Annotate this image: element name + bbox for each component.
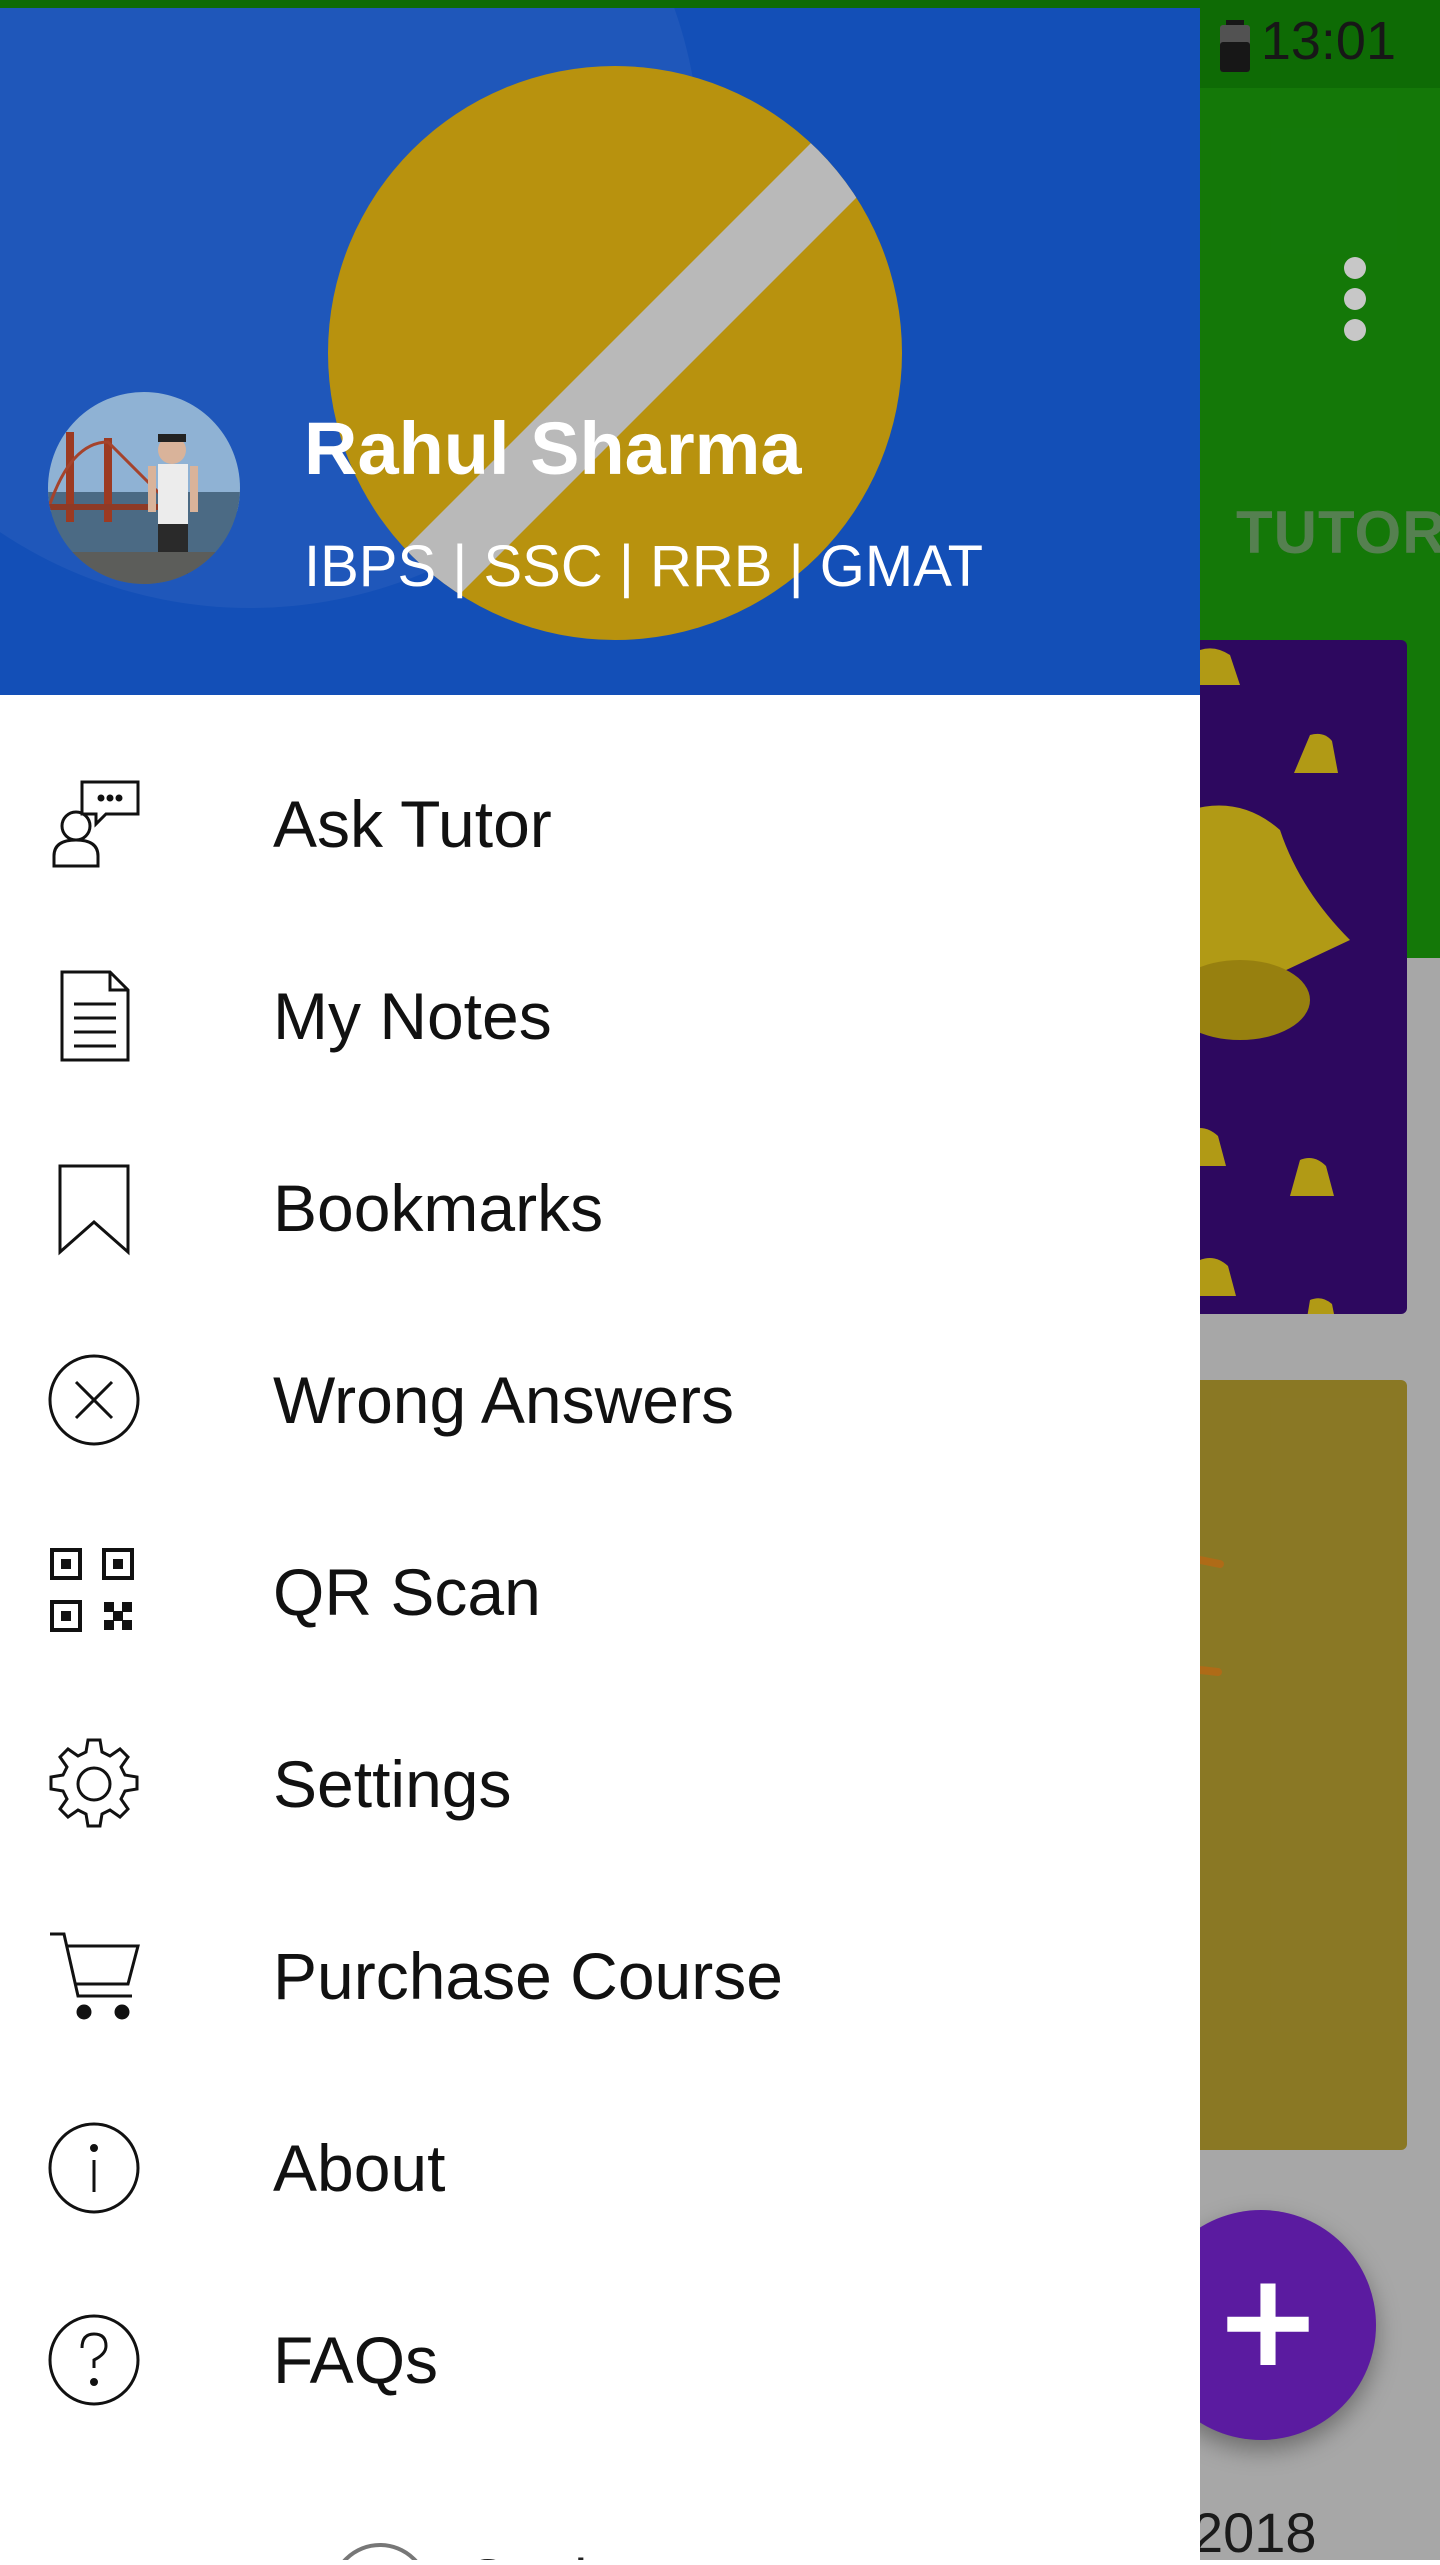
- menu-label: FAQs: [273, 2323, 439, 2397]
- menu-item-settings[interactable]: Settings: [0, 1688, 1200, 1880]
- menu-item-faqs[interactable]: FAQs: [0, 2264, 1200, 2456]
- menu-label: My Notes: [273, 979, 552, 1053]
- menu-label: Bookmarks: [273, 1171, 604, 1245]
- qr-code-icon: [50, 1548, 134, 1632]
- close-circle-icon: [48, 1354, 140, 1446]
- user-exam-list: IBPS | SSC | RRB | GMAT: [304, 534, 984, 599]
- studymate-label: Studymate: [468, 2547, 745, 2560]
- avatar[interactable]: [48, 392, 240, 584]
- menu-label: Purchase Course: [273, 1939, 783, 2013]
- info-icon: [48, 2122, 140, 2214]
- menu-item-purchase-course[interactable]: Purchase Course: [0, 1880, 1200, 2072]
- navigation-drawer: Rahul Sharma IBPS | SSC | RRB | GMAT Ask…: [0, 8, 1200, 2560]
- drawer-menu: Ask Tutor My Notes Bookmarks Wrong Answe…: [0, 728, 1200, 2456]
- ask-tutor-icon: [52, 780, 140, 868]
- menu-item-bookmarks[interactable]: Bookmarks: [0, 1112, 1200, 1304]
- menu-label: Settings: [273, 1747, 512, 1821]
- menu-label: QR Scan: [273, 1555, 541, 1629]
- menu-item-my-notes[interactable]: My Notes: [0, 920, 1200, 1112]
- notes-icon: [60, 970, 130, 1062]
- menu-label: Ask Tutor: [273, 787, 552, 861]
- menu-label: Wrong Answers: [273, 1363, 734, 1437]
- bookmark-icon: [58, 1164, 130, 1256]
- user-name: Rahul Sharma: [304, 407, 802, 490]
- gear-icon: [49, 1738, 139, 1828]
- menu-item-qr-scan[interactable]: QR Scan: [0, 1496, 1200, 1688]
- help-icon: [48, 2314, 140, 2406]
- drawer-header: Rahul Sharma IBPS | SSC | RRB | GMAT: [0, 8, 1200, 695]
- menu-item-about[interactable]: About: [0, 2072, 1200, 2264]
- menu-item-wrong-answers[interactable]: Wrong Answers: [0, 1304, 1200, 1496]
- menu-item-ask-tutor[interactable]: Ask Tutor: [0, 728, 1200, 920]
- avatar-photo-icon: [48, 392, 240, 584]
- menu-label: About: [273, 2131, 446, 2205]
- studymate-logo-icon: [330, 2543, 430, 2560]
- cart-icon: [50, 1932, 140, 2020]
